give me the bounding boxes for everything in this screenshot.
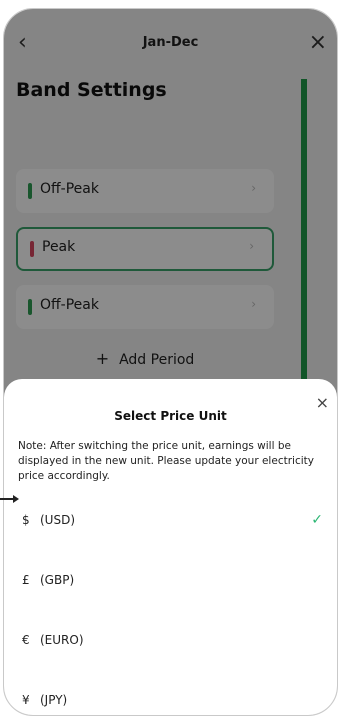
option-symbol: €	[22, 633, 30, 647]
sheet-title: Select Price Unit	[114, 409, 227, 423]
phone-frame: ‹ Jan-Dec × Band Settings Off-Peak › Pea…	[3, 8, 338, 716]
option-gbp[interactable]: £ (GBP)	[4, 554, 337, 606]
option-jpy[interactable]: ¥ (JPY)	[4, 674, 337, 715]
option-label: (EURO)	[40, 633, 84, 647]
option-label: (GBP)	[40, 573, 75, 587]
option-symbol: £	[22, 573, 30, 587]
option-label: (JPY)	[40, 693, 68, 707]
sheet-note: Note: After switching the price unit, ea…	[18, 440, 314, 482]
price-unit-sheet: × Select Price Unit Note: After switchin…	[4, 379, 337, 715]
pointer-arrow-icon	[0, 495, 19, 503]
option-euro[interactable]: € (EURO)	[4, 614, 337, 666]
option-usd[interactable]: $ (USD) ✓	[4, 494, 337, 546]
check-icon: ✓	[311, 512, 323, 528]
option-symbol: $	[22, 513, 30, 527]
option-symbol: ¥	[22, 693, 30, 707]
option-label: (USD)	[40, 513, 76, 527]
